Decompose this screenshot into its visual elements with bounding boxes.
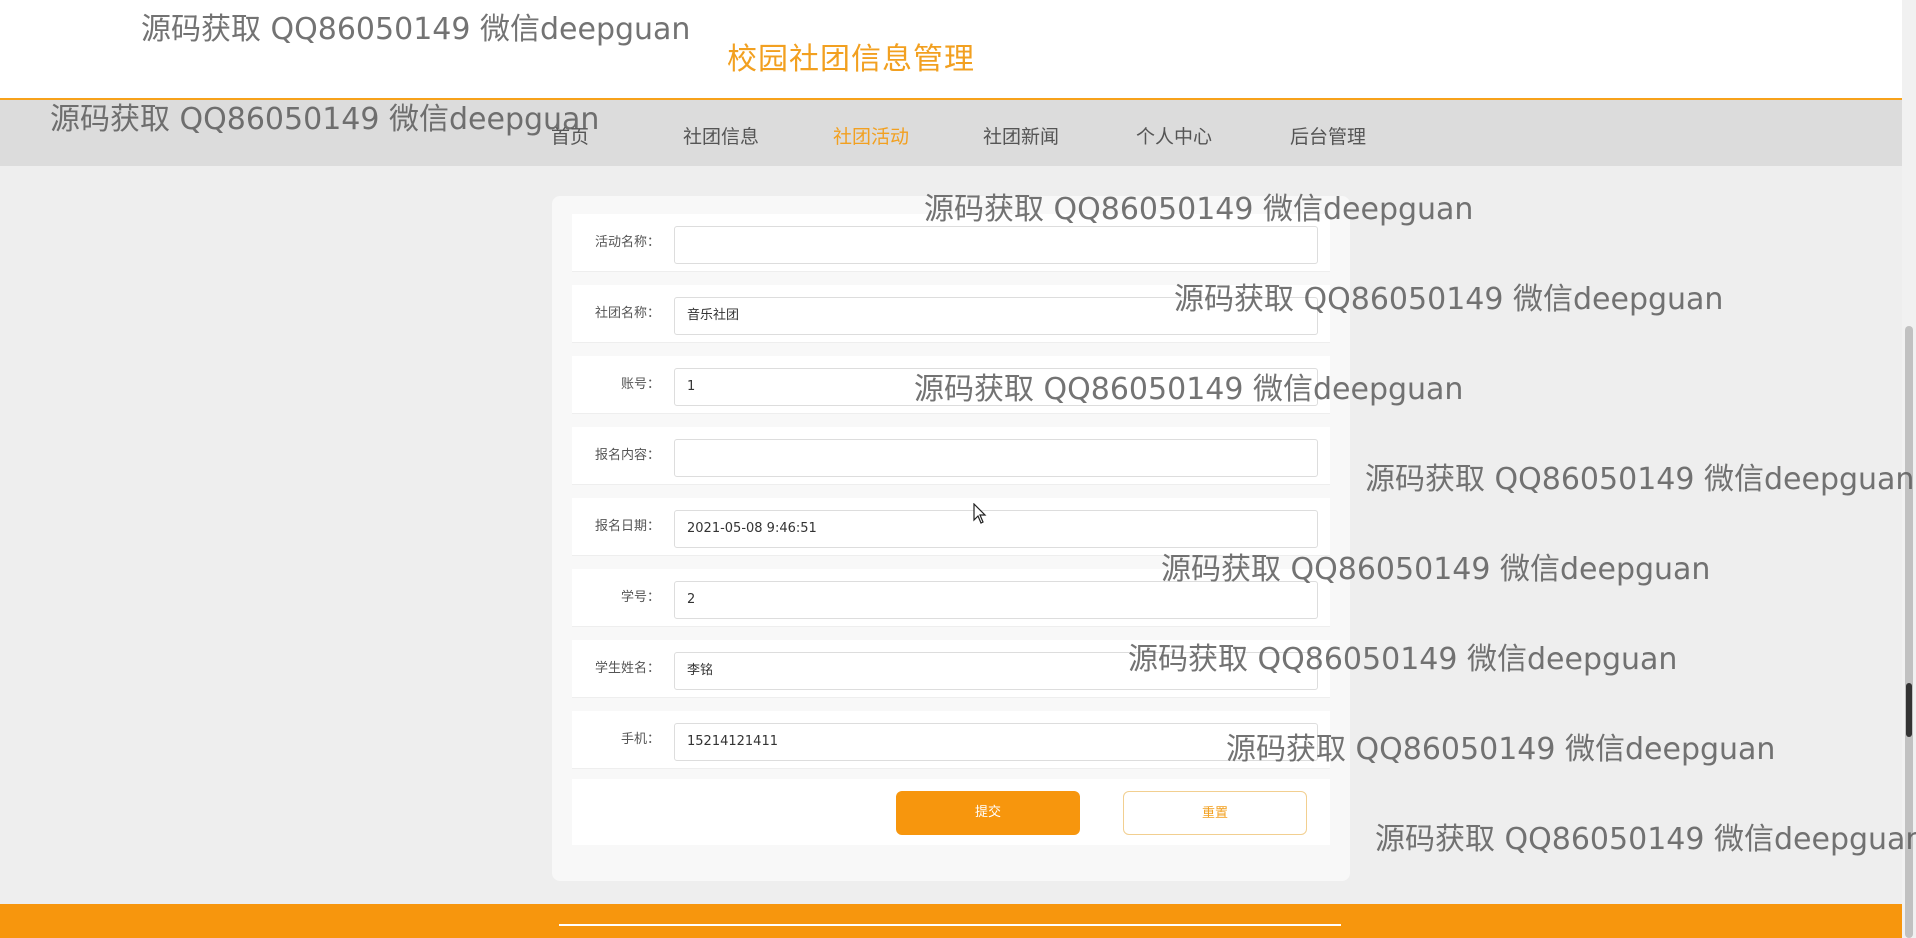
signup-content-input[interactable] bbox=[674, 439, 1318, 477]
club-name-input[interactable]: 音乐社团 bbox=[674, 297, 1318, 335]
student-name-label: 学生姓名： bbox=[594, 661, 660, 676]
form-row-student-id: 学号： 2 bbox=[572, 569, 1330, 627]
form-row-signup-date: 报名日期： 2021-05-08 9:46:51 bbox=[572, 498, 1330, 556]
scrollbar-thumb[interactable] bbox=[1905, 326, 1913, 938]
student-name-input[interactable]: 李铭 bbox=[674, 652, 1318, 690]
account-label: 账号： bbox=[620, 377, 660, 392]
nav-item-club-info[interactable]: 社团信息 bbox=[683, 122, 759, 149]
nav-item-personal-center[interactable]: 个人中心 bbox=[1136, 122, 1212, 149]
scrollbar-marker bbox=[1906, 683, 1912, 737]
site-title: 校园社团信息管理 bbox=[727, 42, 975, 77]
nav-item-club-news[interactable]: 社团新闻 bbox=[983, 122, 1059, 149]
reset-button[interactable]: 重置 bbox=[1123, 791, 1307, 835]
form-row-club-name: 社团名称： 音乐社团 bbox=[572, 285, 1330, 343]
club-name-label: 社团名称： bbox=[594, 306, 660, 321]
footer-divider bbox=[559, 924, 1341, 926]
form-row-activity-name: 活动名称： bbox=[572, 214, 1330, 272]
signup-date-input[interactable]: 2021-05-08 9:46:51 bbox=[674, 510, 1318, 548]
signup-date-label: 报名日期： bbox=[594, 519, 660, 534]
nav-item-club-activities[interactable]: 社团活动 bbox=[833, 122, 909, 149]
submit-button[interactable]: 提交 bbox=[896, 791, 1080, 835]
nav-item-admin[interactable]: 后台管理 bbox=[1290, 122, 1366, 149]
phone-label: 手机： bbox=[620, 732, 660, 747]
nav-item-home[interactable]: 首页 bbox=[551, 122, 589, 149]
activity-name-label: 活动名称： bbox=[594, 235, 660, 250]
signup-content-label: 报名内容： bbox=[594, 448, 660, 463]
form-actions: 提交 重置 bbox=[572, 779, 1330, 845]
watermark-text: 源码获取 QQ86050149 微信deepguan bbox=[1365, 462, 1915, 497]
form-row-signup-content: 报名内容： bbox=[572, 427, 1330, 485]
watermark-text: 源码获取 QQ86050149 微信deepguan bbox=[1375, 822, 1916, 857]
student-id-input[interactable]: 2 bbox=[674, 581, 1318, 619]
account-input[interactable]: 1 bbox=[674, 368, 1318, 406]
main-nav: 首页 社团信息 社团活动 社团新闻 个人中心 后台管理 bbox=[0, 100, 1902, 166]
phone-input[interactable]: 15214121411 bbox=[674, 723, 1318, 761]
page-scrollbar[interactable] bbox=[1902, 0, 1916, 938]
site-header: 校园社团信息管理 bbox=[0, 0, 1902, 100]
site-footer bbox=[0, 904, 1902, 938]
form-row-account: 账号： 1 bbox=[572, 356, 1330, 414]
form-row-student-name: 学生姓名： 李铭 bbox=[572, 640, 1330, 698]
student-id-label: 学号： bbox=[620, 590, 660, 605]
signup-form-card: 活动名称： 社团名称： 音乐社团 账号： 1 报名内容： 报名日期： 2021-… bbox=[552, 196, 1350, 881]
form-row-phone: 手机： 15214121411 bbox=[572, 711, 1330, 769]
activity-name-input[interactable] bbox=[674, 226, 1318, 264]
